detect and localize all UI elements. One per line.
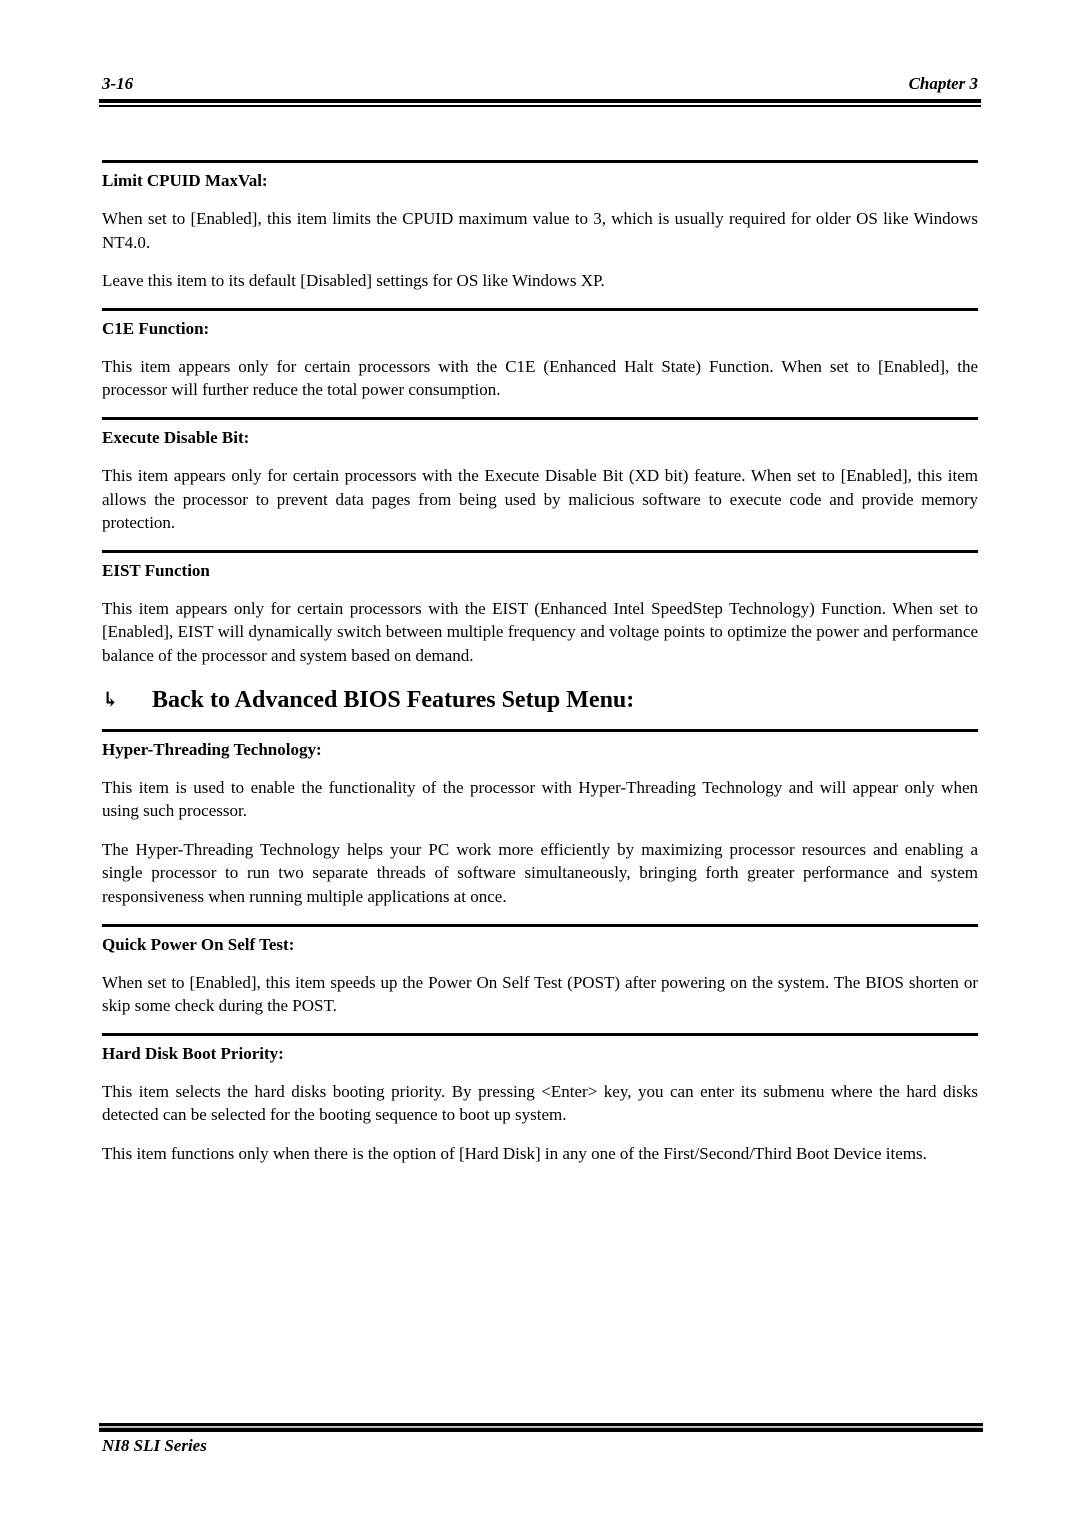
paragraph: Leave this item to its default [Disabled… xyxy=(102,271,605,291)
footer-divider xyxy=(99,1423,983,1432)
back-to-menu-text: Back to Advanced BIOS Features Setup Men… xyxy=(152,686,635,713)
page-footer: NI8 SLI Series xyxy=(102,1436,207,1455)
section-quick-post: Quick Power On Self Test: When set to [E… xyxy=(102,923,978,1018)
section-c1e-function: C1E Function: This item appears only for… xyxy=(102,307,978,402)
chapter-label: Chapter 3 xyxy=(908,74,978,93)
paragraph: This item is used to enable the function… xyxy=(102,777,978,821)
paragraph: This item selects the hard disks booting… xyxy=(102,1081,978,1125)
section-title: C1E Function: xyxy=(102,318,210,338)
page-header: 3-16 Chapter 3 xyxy=(102,74,978,96)
hook-arrow-right-icon: ↳ xyxy=(102,688,119,711)
section-eist-function: EIST Function This item appears only for… xyxy=(102,549,978,668)
back-to-menu-heading: ↳ Back to Advanced BIOS Features Setup M… xyxy=(102,685,978,715)
section-limit-cpuid-maxval: Limit CPUID MaxVal: When set to [Enabled… xyxy=(102,160,978,293)
section-title: Limit CPUID MaxVal: xyxy=(102,171,268,190)
page-number: 3-16 xyxy=(102,74,134,93)
header-divider xyxy=(99,99,981,107)
page-content: Limit CPUID MaxVal: When set to [Enabled… xyxy=(102,160,978,1180)
paragraph: This item appears only for certain proce… xyxy=(102,465,978,533)
section-title: Execute Disable Bit: xyxy=(102,427,250,447)
section-execute-disable-bit: Execute Disable Bit: This item appears o… xyxy=(102,416,978,535)
paragraph: This item appears only for certain proce… xyxy=(102,598,978,665)
paragraph: This item functions only when there is t… xyxy=(102,1143,927,1163)
paragraph: When set to [Enabled], this item speeds … xyxy=(102,972,978,1016)
section-title: Hyper-Threading Technology: xyxy=(102,739,322,759)
section-hyper-threading: Hyper-Threading Technology: This item is… xyxy=(102,728,978,909)
section-title: Hard Disk Boot Priority: xyxy=(102,1043,284,1063)
section-title: EIST Function xyxy=(102,560,210,580)
paragraph: When set to [Enabled], this item limits … xyxy=(102,209,978,252)
paragraph: The Hyper-Threading Technology helps you… xyxy=(102,839,978,906)
section-hard-disk-boot-priority: Hard Disk Boot Priority: This item selec… xyxy=(102,1032,978,1166)
paragraph: This item appears only for certain proce… xyxy=(102,356,978,400)
section-title: Quick Power On Self Test: xyxy=(102,934,295,954)
